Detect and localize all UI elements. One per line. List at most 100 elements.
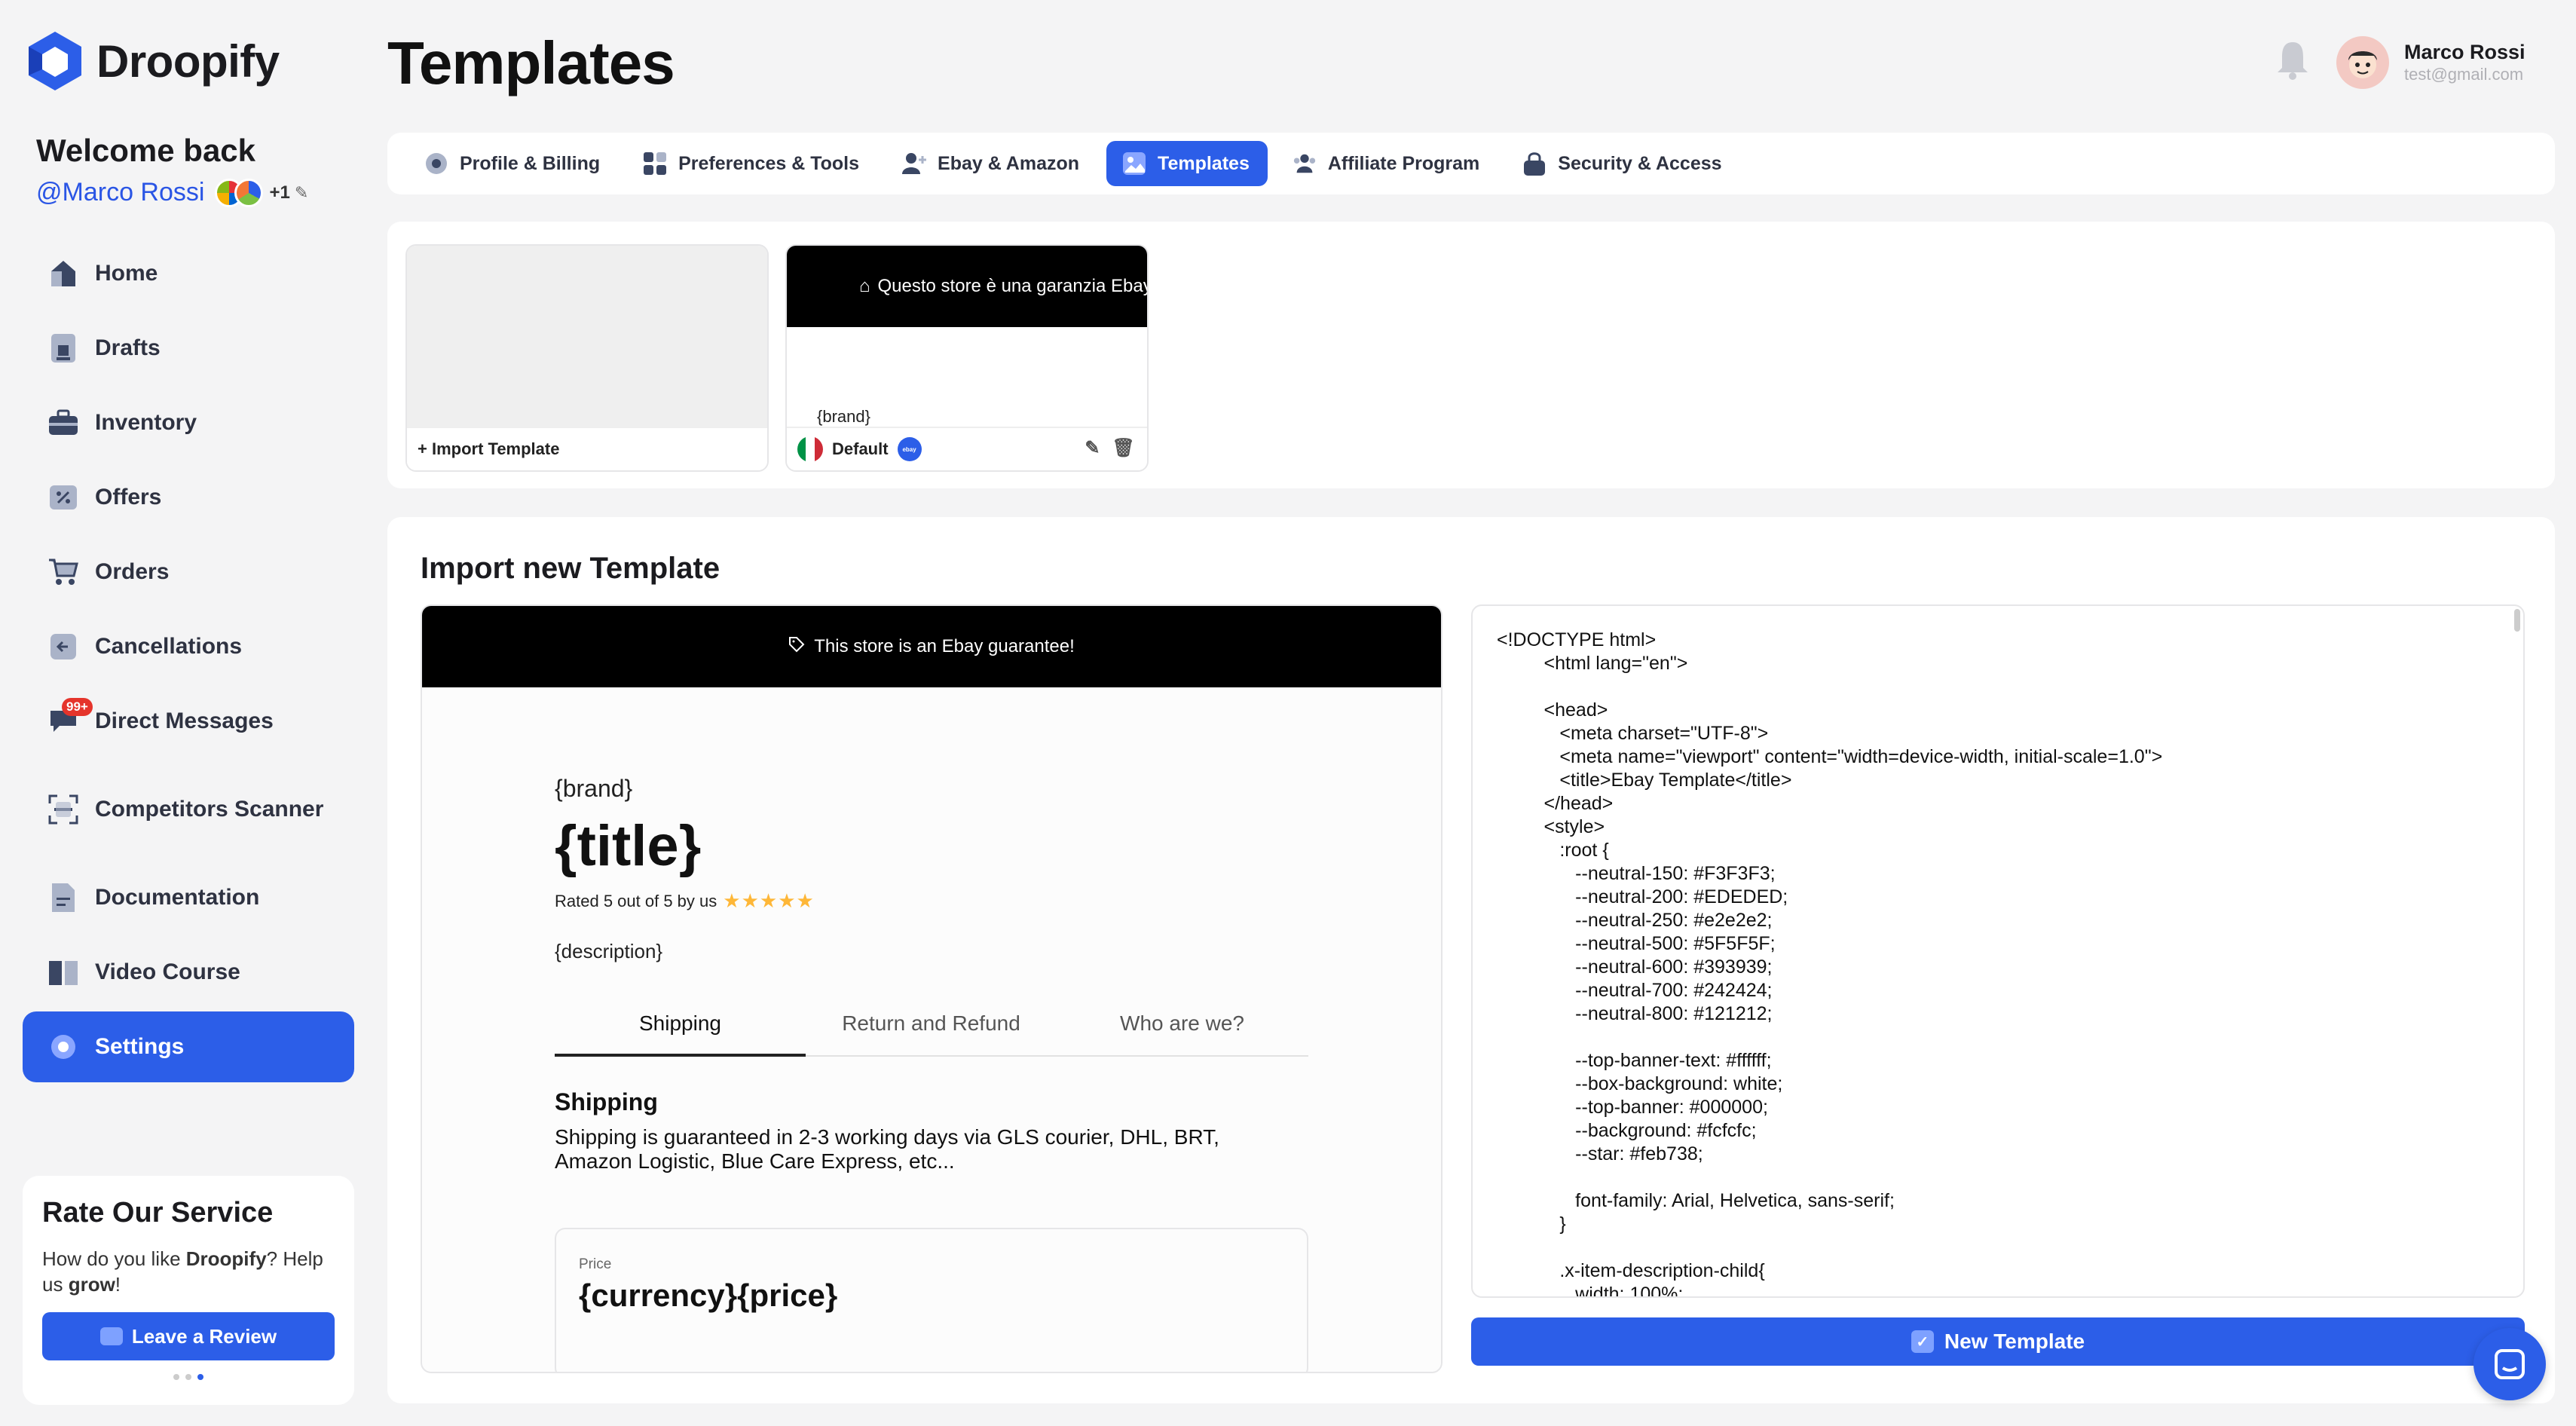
template-preview: This store is an Ebay guarantee! {brand}… [421,604,1442,1373]
preview-shipping-title: Shipping [555,1088,658,1115]
sidebar-item-home[interactable]: Home [23,238,354,309]
gear-icon [47,1030,80,1063]
sidebar-item-label: Competitors Scanner [95,797,324,822]
chat-icon [2495,1349,2525,1379]
templates-list: + Import Template ⌂ Questo store è una g… [387,222,2555,488]
tab-affiliate-program[interactable]: Affiliate Program [1277,141,1498,186]
price-label: Price [579,1256,612,1272]
cart-icon [47,555,80,589]
default-template-card[interactable]: ⌂ Questo store è una garanzia Ebay! {bra… [785,244,1149,472]
scanner-icon [47,793,80,826]
app-name: Droopify [96,35,280,87]
code-content[interactable]: <!DOCTYPE html> <html lang="en"> <head> … [1473,606,2523,1296]
import-section-title: Import new Template [421,552,720,585]
sidebar-item-label: Offers [95,485,162,510]
preview-price-box: Price {currency}{price} [555,1228,1308,1372]
messages-count-badge: 99+ [62,698,93,716]
edit-icon[interactable]: ✎ [1085,437,1100,459]
preview-rating: Rated 5 out of 5 by us ★★★★★ [555,889,1308,913]
sidebar-item-label: Video Course [95,959,240,984]
sidebar-item-video-course[interactable]: Video Course [23,937,354,1008]
droopify-logo-icon [29,32,81,90]
sidebar-item-orders[interactable]: Orders [23,537,354,607]
drafts-icon [47,332,80,365]
preview-title: {title} [555,814,702,878]
default-template-label: Default [832,439,889,458]
preview-banner: This store is an Ebay guarantee! [422,606,1441,687]
tag-icon [788,636,805,658]
tab-preferences-tools[interactable]: Preferences & Tools [627,141,877,186]
sidebar-item-drafts[interactable]: Drafts [23,313,354,384]
sidebar-item-label: Documentation [95,885,260,910]
carousel-dot[interactable] [185,1374,191,1380]
tab-label: Affiliate Program [1327,152,1480,174]
carousel-dot[interactable] [173,1374,179,1380]
tab-security-access[interactable]: Security & Access [1507,141,1739,186]
tools-icon [642,151,668,176]
new-template-label: New Template [1944,1330,2085,1353]
trash-icon[interactable]: 🗑 [1112,437,1135,459]
edit-account-icon[interactable]: ✎ [295,183,308,203]
book-icon [47,956,80,989]
logo[interactable]: Droopify [27,30,280,92]
user-name: Marco Rossi [2404,41,2526,63]
sidebar-item-settings[interactable]: Settings [23,1011,354,1082]
rate-title: Rate Our Service [42,1197,274,1229]
user-add-icon [901,151,927,176]
user-avatar[interactable] [2336,36,2389,89]
rate-grow: grow [68,1273,115,1296]
user-handle[interactable]: @Marco Rossi [36,178,204,207]
sidebar-item-competitors-scanner[interactable]: Competitors Scanner [23,774,354,845]
lock-icon [1522,151,1547,176]
preview-shipping-text: Shipping is guaranteed in 2-3 working da… [555,1125,1219,1173]
import-template-label[interactable]: + Import Template [407,427,767,470]
sidebar-item-label: Home [95,261,158,286]
code-scrollbar[interactable] [2514,609,2520,632]
check-icon: ✓ [1911,1330,1934,1353]
preview-banner-text: This store is an Ebay guarantee! [814,636,1075,656]
group-icon [1292,151,1317,176]
preview-tab-who-are-we[interactable]: Who are we? [1057,1011,1308,1055]
carousel-dot-active[interactable] [197,1374,203,1380]
default-template-banner: ⌂ Questo store è una garanzia Ebay! [787,246,1147,327]
ebay-icon: ebay [897,437,922,461]
extra-accounts-count: +1 [269,182,290,203]
import-thumbnail [407,246,767,428]
sidebar-item-inventory[interactable]: Inventory [23,387,354,458]
support-chat-button[interactable] [2474,1328,2546,1400]
sidebar-item-documentation[interactable]: Documentation [23,862,354,933]
sidebar-item-label: Settings [95,1034,185,1059]
preview-description: {description} [555,940,663,962]
tab-ebay-amazon[interactable]: Ebay & Amazon [886,141,1097,186]
sidebar-item-label: Drafts [95,335,161,360]
new-template-button[interactable]: ✓ New Template [1471,1317,2525,1366]
image-icon [1121,151,1147,176]
leave-review-button[interactable]: Leave a Review [42,1312,335,1360]
preview-tab-shipping[interactable]: Shipping [555,1011,806,1057]
sidebar-item-direct-messages[interactable]: 99+ Direct Messages [23,686,354,757]
preview-tabs: Shipping Return and Refund Who are we? [555,1011,1308,1057]
carousel-dots[interactable] [42,1374,335,1380]
template-code-editor[interactable]: <!DOCTYPE html> <html lang="en"> <head> … [1471,604,2525,1298]
rate-text: How do you like Droopify? Help us grow! [42,1246,335,1297]
default-banner-text: Questo store è una garanzia Ebay! [877,276,1148,296]
tab-templates[interactable]: Templates [1106,141,1268,186]
sidebar-item-label: Inventory [95,410,197,435]
tab-profile-billing[interactable]: Profile & Billing [408,141,618,186]
settings-tabs: Profile & Billing Preferences & Tools Eb… [387,133,2555,194]
gear-icon [424,151,449,176]
bell-icon[interactable] [2276,39,2309,85]
default-template-footer: Default ebay ✎ 🗑 [787,427,1147,470]
price-value: {currency}{price} [579,1278,838,1313]
tab-label: Profile & Billing [460,152,601,174]
sidebar: Droopify Welcome back @Marco Rossi +1 ✎ … [0,0,377,1426]
rating-text: Rated 5 out of 5 by us [555,891,717,910]
import-template-card[interactable]: + Import Template [405,244,769,472]
sidebar-item-label: Cancellations [95,634,243,659]
preview-tab-return-refund[interactable]: Return and Refund [806,1011,1057,1055]
linked-accounts[interactable] [215,178,264,207]
sidebar-item-cancellations[interactable]: Cancellations [23,611,354,682]
sidebar-item-offers[interactable]: Offers [23,462,354,533]
